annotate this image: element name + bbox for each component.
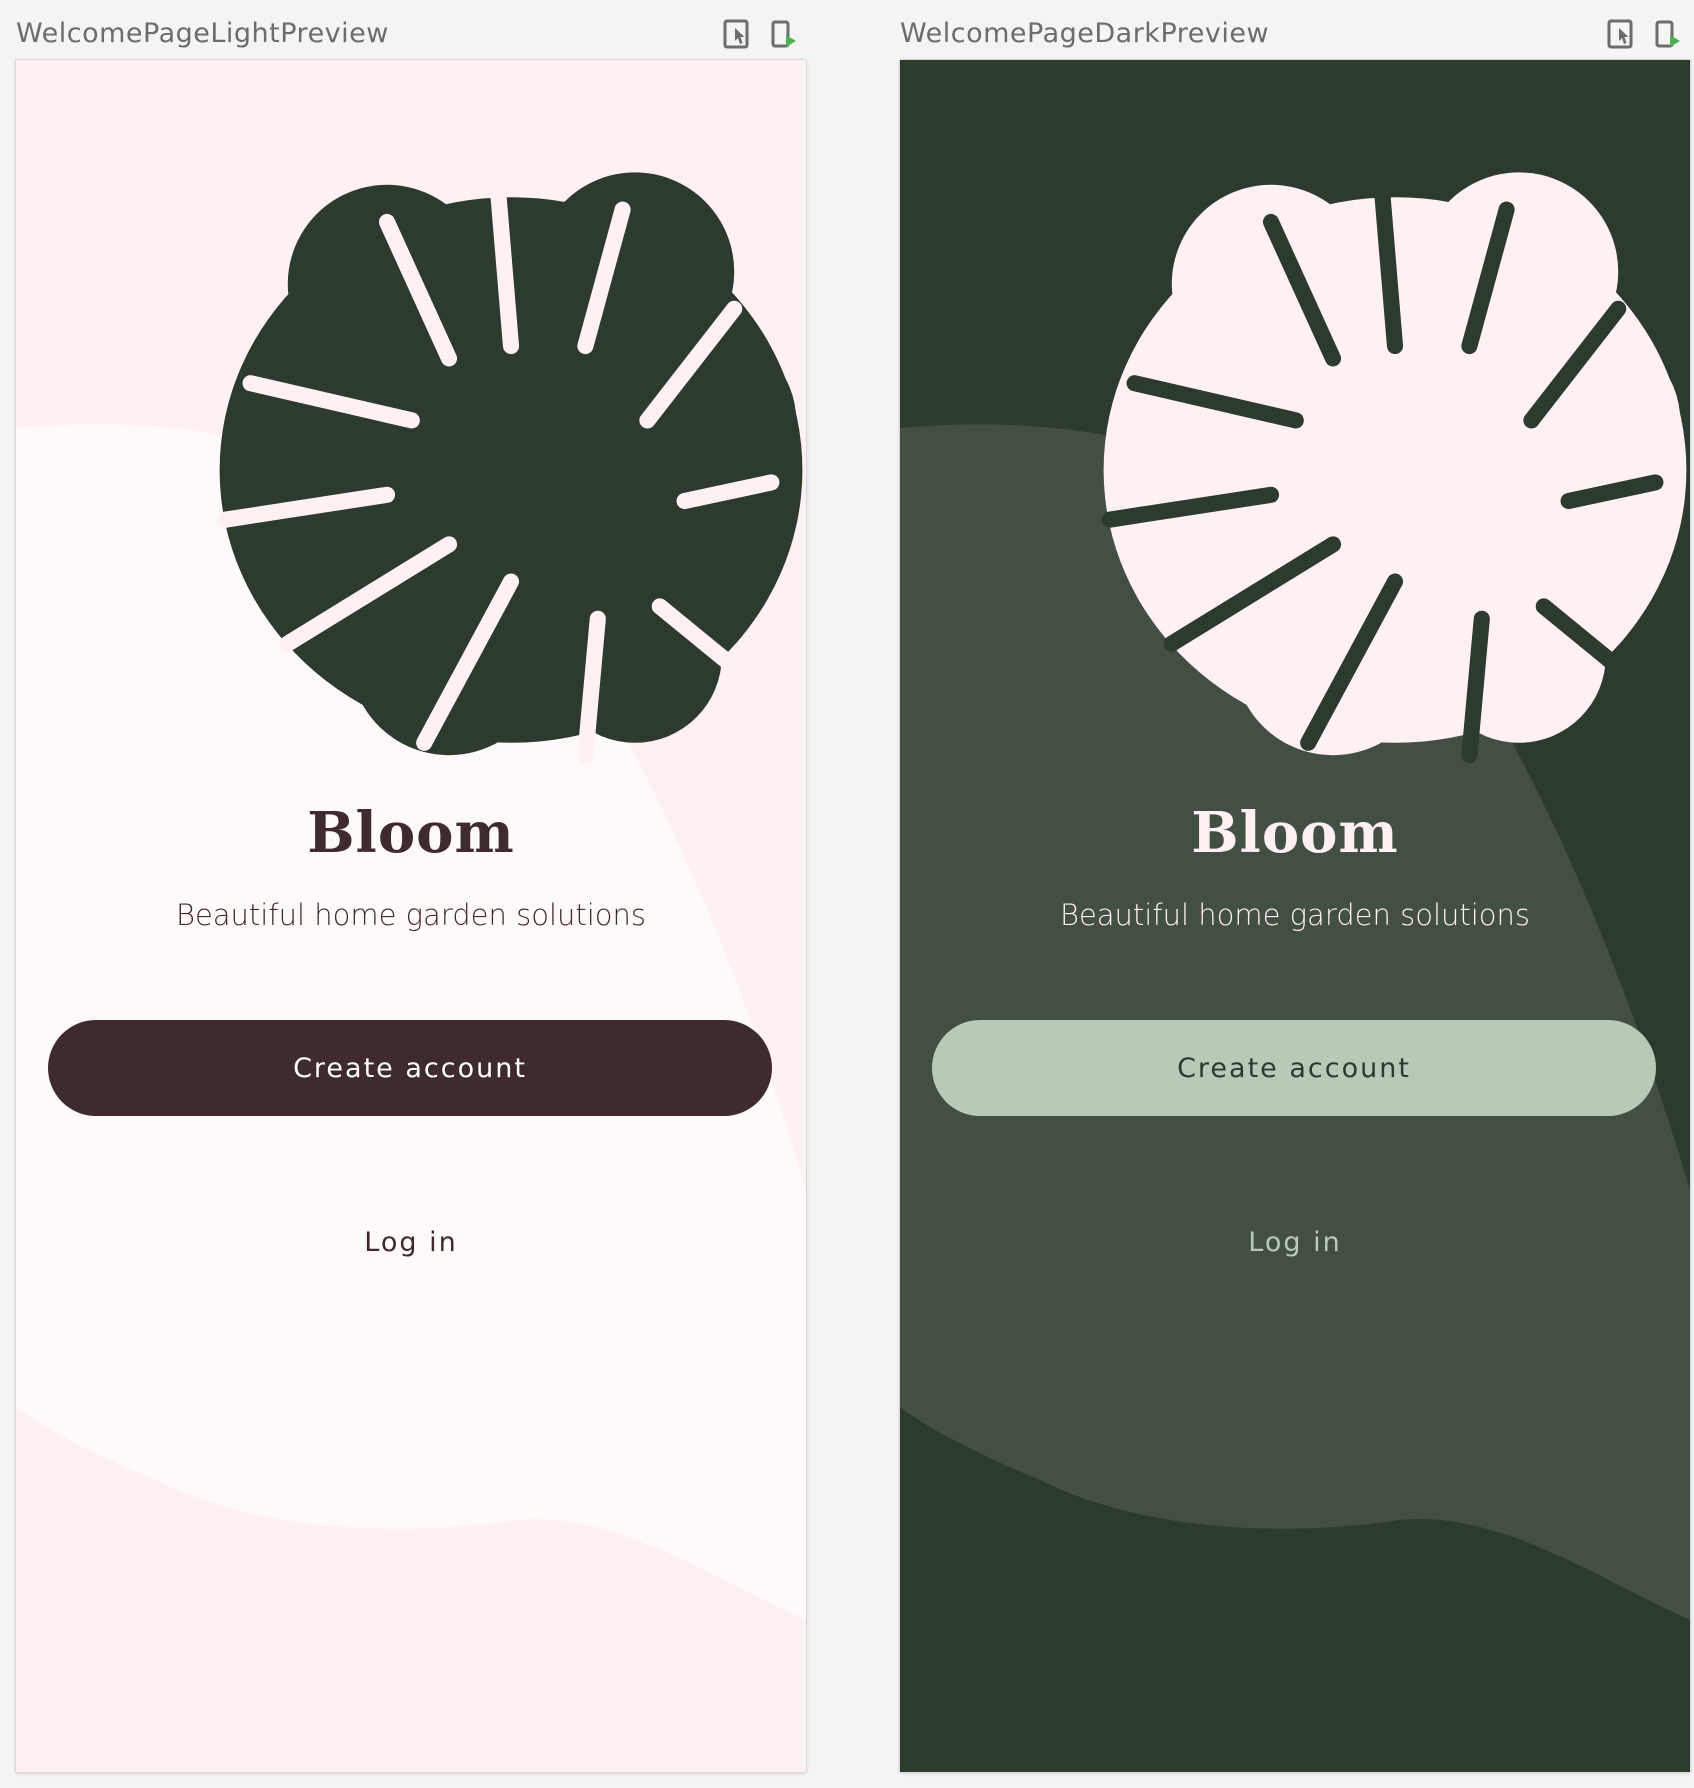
interactive-mode-icon[interactable] (1607, 19, 1635, 49)
deploy-preview-icon[interactable] (770, 19, 798, 49)
welcome-screen-light: Bloom Beautiful home garden solutions Cr… (16, 60, 806, 1772)
monstera-leaf-icon (1101, 172, 1689, 764)
deploy-preview-icon[interactable] (1654, 19, 1682, 49)
interactive-mode-icon[interactable] (723, 19, 751, 49)
create-account-button[interactable]: Create account (48, 1020, 772, 1116)
log-in-button[interactable]: Log in (261, 1210, 561, 1274)
app-title: Bloom (307, 800, 515, 866)
monstera-leaf-icon (217, 172, 805, 764)
create-account-button[interactable]: Create account (932, 1020, 1656, 1116)
preview-title-dark: WelcomePageDarkPreview (900, 18, 1270, 49)
app-subtitle: Beautiful home garden solutions (175, 898, 647, 932)
welcome-screen-dark: Bloom Beautiful home garden solutions Cr… (900, 60, 1690, 1772)
preview-title-light: WelcomePageLightPreview (16, 18, 389, 49)
log-in-button[interactable]: Log in (1145, 1210, 1445, 1274)
app-title: Bloom (1191, 800, 1399, 866)
app-subtitle: Beautiful home garden solutions (1059, 898, 1531, 932)
